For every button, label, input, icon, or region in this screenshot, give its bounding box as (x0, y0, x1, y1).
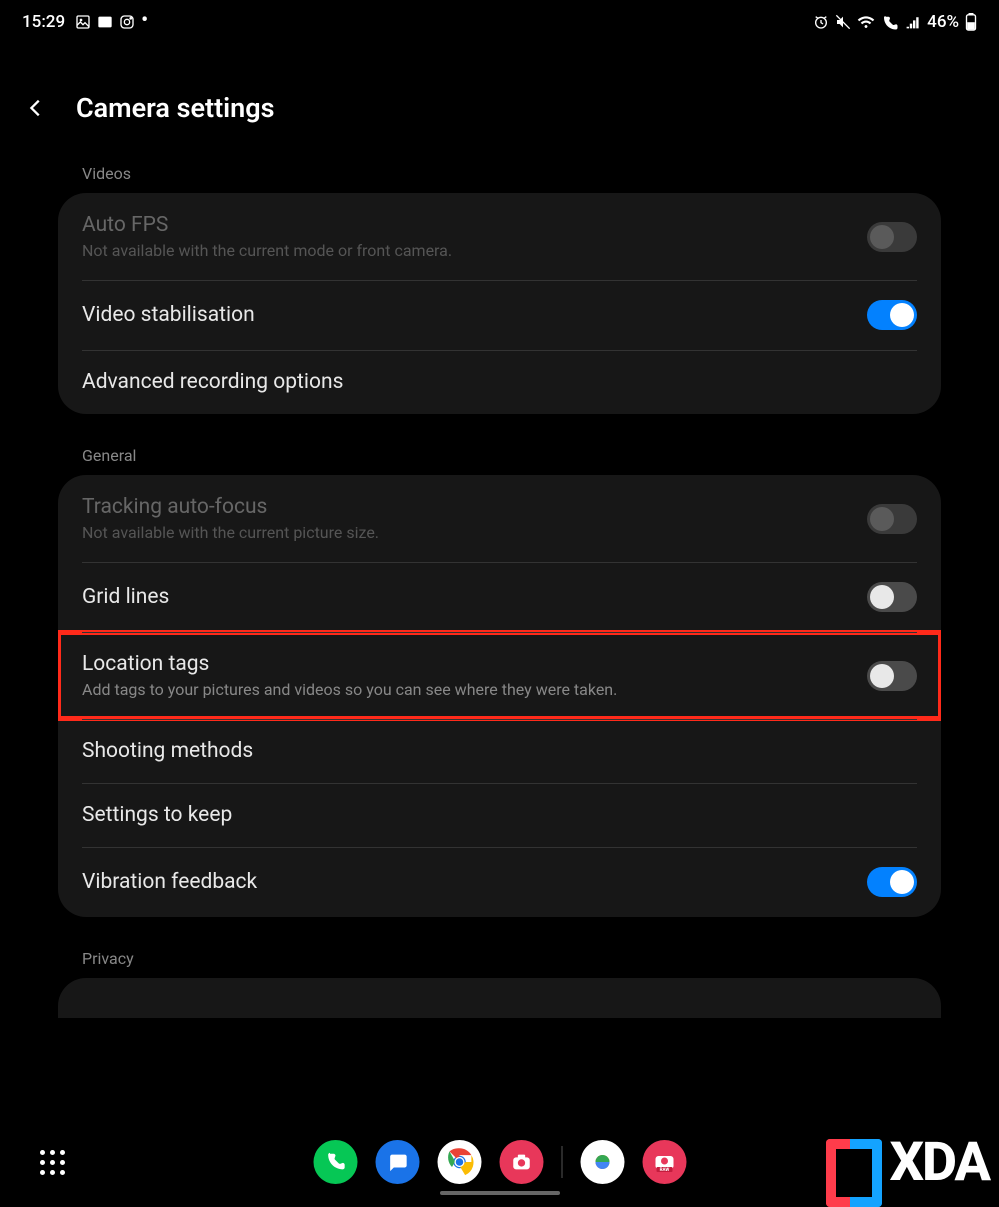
camera-app-icon[interactable] (499, 1140, 543, 1184)
status-time: 15:29 (22, 12, 65, 32)
location-title: Location tags (82, 652, 867, 676)
stabilisation-title: Video stabilisation (82, 303, 867, 327)
home-indicator[interactable] (440, 1191, 560, 1195)
row-location-tags[interactable]: Location tags Add tags to your pictures … (58, 632, 941, 719)
location-sub: Add tags to your pictures and videos so … (82, 680, 867, 699)
videos-card: Auto FPS Not available with the current … (58, 193, 941, 414)
row-advanced-recording[interactable]: Advanced recording options (58, 350, 941, 414)
xda-logo: XDA (826, 1131, 989, 1194)
auto-fps-title: Auto FPS (82, 213, 867, 237)
app-drawer-button[interactable] (40, 1150, 65, 1175)
grid-title: Grid lines (82, 585, 867, 609)
row-auto-fps: Auto FPS Not available with the current … (58, 193, 941, 280)
row-shooting-methods[interactable]: Shooting methods (58, 719, 941, 783)
xda-text: XDA (890, 1131, 989, 1194)
messages-app-icon[interactable] (375, 1140, 419, 1184)
gallery-icon (75, 14, 91, 30)
row-settings-to-keep[interactable]: Settings to keep (58, 783, 941, 847)
general-card: Tracking auto-focus Not available with t… (58, 475, 941, 917)
privacy-card (58, 978, 941, 1018)
tracking-toggle (867, 504, 917, 534)
keep-title: Settings to keep (82, 803, 917, 827)
battery-percent: 46% (927, 12, 959, 32)
chrome-app-icon[interactable] (437, 1140, 481, 1184)
vibration-toggle[interactable] (867, 867, 917, 897)
auto-fps-sub: Not available with the current mode or f… (82, 241, 867, 260)
svg-text:RAW: RAW (659, 1167, 669, 1173)
signal-icon (905, 14, 921, 30)
grid-toggle[interactable] (867, 582, 917, 612)
section-label-videos: Videos (58, 152, 941, 193)
dock-divider (561, 1146, 562, 1178)
status-left-icons: • (75, 14, 148, 30)
stabilisation-toggle[interactable] (867, 300, 917, 330)
tracking-sub: Not available with the current picture s… (82, 523, 867, 542)
back-button[interactable] (24, 96, 48, 120)
vibration-title: Vibration feedback (82, 870, 867, 894)
wifi-icon (857, 14, 875, 30)
row-grid-lines[interactable]: Grid lines (58, 562, 941, 632)
mute-icon (835, 14, 851, 30)
row-video-stabilisation[interactable]: Video stabilisation (58, 280, 941, 350)
instagram-icon (119, 14, 135, 30)
page-title: Camera settings (76, 92, 275, 124)
row-tracking-autofocus: Tracking auto-focus Not available with t… (58, 475, 941, 562)
row-vibration-feedback[interactable]: Vibration feedback (58, 847, 941, 917)
xda-bracket-icon (826, 1135, 882, 1191)
outlook-icon (97, 14, 113, 30)
battery-icon (965, 13, 977, 31)
volte-icon (881, 14, 899, 30)
header: Camera settings (0, 44, 999, 152)
alarm-icon (813, 14, 829, 30)
auto-fps-toggle (867, 222, 917, 252)
shooting-title: Shooting methods (82, 739, 917, 763)
section-label-privacy: Privacy (58, 937, 941, 978)
raw-camera-app-icon[interactable]: RAW (642, 1140, 686, 1184)
section-label-general: General (58, 434, 941, 475)
tracking-title: Tracking auto-focus (82, 495, 867, 519)
advrec-title: Advanced recording options (82, 370, 917, 394)
phone-app-icon[interactable] (313, 1140, 357, 1184)
chevron-left-icon (25, 97, 47, 119)
location-toggle[interactable] (867, 661, 917, 691)
photos-app-icon[interactable] (580, 1140, 624, 1184)
status-bar: 15:29 • 46% (0, 0, 999, 44)
